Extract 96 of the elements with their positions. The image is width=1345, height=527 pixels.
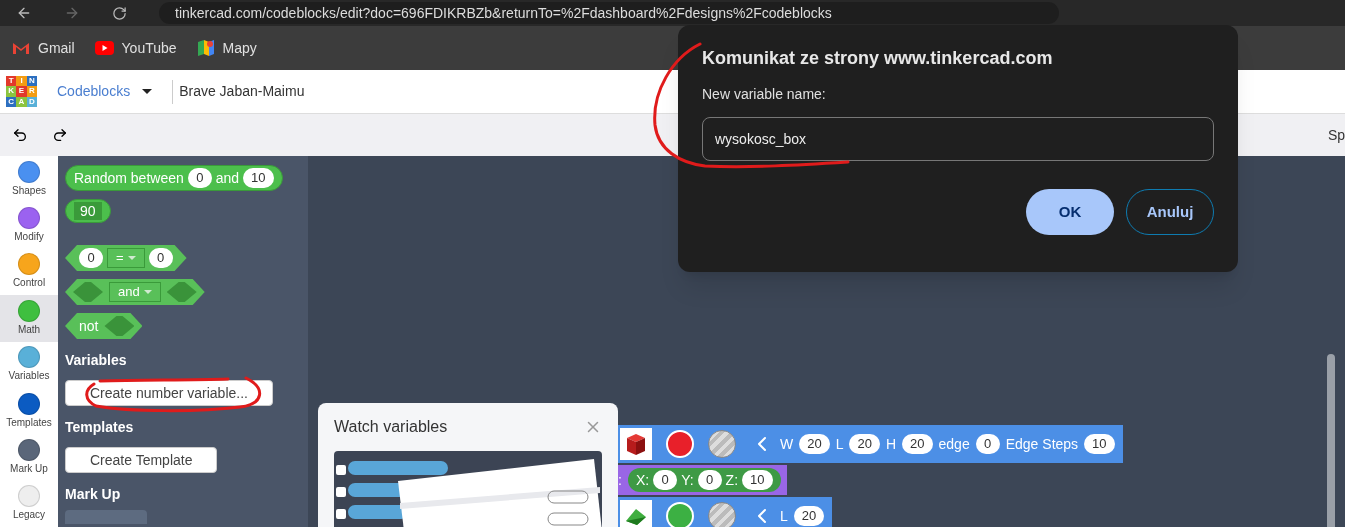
map-icon xyxy=(196,39,215,57)
category-item[interactable]: Modify xyxy=(0,202,58,249)
number-value[interactable]: 90 xyxy=(74,202,102,220)
value-input[interactable]: 0 xyxy=(975,434,1000,454)
caret-icon xyxy=(127,256,136,260)
param-label: Z: xyxy=(725,470,739,490)
category-item[interactable]: Control xyxy=(0,248,58,296)
empty-slot[interactable] xyxy=(73,282,103,302)
section-heading: Variables xyxy=(65,352,128,368)
block-label: Random between xyxy=(74,168,184,188)
param-label: X: xyxy=(635,470,650,490)
empty-slot[interactable] xyxy=(104,316,135,336)
category-label: Mark Up xyxy=(10,461,48,476)
value-input[interactable]: 10 xyxy=(1084,434,1115,454)
bookmark-link[interactable]: YouTube xyxy=(94,37,177,59)
undo-icon[interactable] xyxy=(12,127,28,143)
category-item[interactable]: Templates xyxy=(0,387,58,435)
value-input[interactable]: 20 xyxy=(793,506,825,526)
shape-block[interactable]: W 20 L 20 H 20 edge 0 Edge Steps 10 xyxy=(618,425,1123,463)
caret-icon xyxy=(143,290,152,294)
random-block[interactable]: Random between 0 and 10 xyxy=(65,165,283,191)
value-input[interactable]: 0 xyxy=(79,248,103,268)
bookmark-link[interactable]: Mapy xyxy=(196,37,257,59)
logo-letter: A xyxy=(16,96,27,107)
design-name[interactable]: Brave Jaban-Maimu xyxy=(179,81,305,102)
value-input[interactable]: 10 xyxy=(742,470,773,490)
create-button[interactable]: Create number variable... xyxy=(65,380,273,406)
field-label: New variable name: xyxy=(702,85,827,104)
value-input[interactable]: 0 xyxy=(187,168,212,188)
coordinates-block[interactable]: X: 0 Y: 0 Z: 10 xyxy=(627,468,781,492)
hole-swatch[interactable] xyxy=(708,430,736,458)
value-input[interactable]: 20 xyxy=(902,434,933,454)
category-item[interactable]: Math xyxy=(0,295,58,342)
reload-icon[interactable] xyxy=(112,5,127,21)
shape-thumbnail[interactable] xyxy=(620,428,652,460)
category-label: Legacy xyxy=(12,508,46,523)
input-field[interactable]: wysokosc_box xyxy=(702,117,1214,161)
param-label: Edge Steps xyxy=(1005,434,1079,454)
category-item[interactable]: Shapes xyxy=(0,156,58,203)
mode-dropdown[interactable]: Codeblocks xyxy=(57,81,153,102)
category-item[interactable]: Mark Up xyxy=(0,434,58,481)
block-label: and xyxy=(215,168,240,188)
block-label: not xyxy=(79,316,99,336)
param-label: L xyxy=(835,434,844,454)
shape-thumbnail[interactable] xyxy=(620,500,652,527)
value-input[interactable]: 20 xyxy=(799,434,830,454)
category-label: Modify xyxy=(14,230,44,245)
color-swatch[interactable] xyxy=(666,430,694,458)
param-label: W xyxy=(780,434,794,454)
param-label: L xyxy=(780,506,788,526)
section-heading: Templates xyxy=(65,419,135,435)
category-label: Shapes xyxy=(12,183,46,198)
dialog-title: Komunikat ze strony www.tinkercad.com xyxy=(702,47,1054,70)
category-label: Math xyxy=(17,322,41,337)
forward-icon[interactable] xyxy=(64,5,80,21)
position-block[interactable]: : X: 0 Y: 0 Z: 10 xyxy=(618,465,787,495)
param-label: edge xyxy=(938,434,970,454)
section-heading: Mark Up xyxy=(65,486,122,502)
logo-letter: K xyxy=(6,86,17,97)
value-input[interactable]: 0 xyxy=(148,248,173,268)
value-input[interactable]: 0 xyxy=(653,470,678,490)
create-button[interactable]: Create Template xyxy=(65,447,218,473)
play-icon xyxy=(94,41,114,55)
back-icon[interactable] xyxy=(16,5,32,21)
logo-letter: T xyxy=(6,76,17,87)
logo-letter: N xyxy=(26,76,37,87)
caret-icon xyxy=(142,89,153,94)
shape-block[interactable]: L 20 xyxy=(618,497,833,527)
category-label: Templates xyxy=(6,415,52,430)
dialog-button[interactable]: OK xyxy=(1026,189,1114,235)
mail-icon xyxy=(12,41,30,55)
number-block[interactable]: 90 xyxy=(65,199,111,223)
category-label: Control xyxy=(12,276,46,291)
logo-letter: I xyxy=(16,76,27,87)
value-input[interactable]: 10 xyxy=(243,168,274,188)
bookmark-link[interactable]: Gmail xyxy=(12,37,75,59)
logo-letter: D xyxy=(26,96,37,107)
logo-letter: C xyxy=(6,96,17,107)
param-label: Y: xyxy=(681,470,694,490)
logo-letter: E xyxy=(16,86,27,97)
logo-letter: R xyxy=(26,86,37,97)
category-item[interactable]: Legacy xyxy=(0,480,58,527)
toolbar-label[interactable]: Sp xyxy=(1327,124,1345,146)
value-input[interactable]: 0 xyxy=(697,470,722,490)
param-label: H xyxy=(885,434,897,454)
block-label: : xyxy=(618,470,622,490)
redo-icon[interactable] xyxy=(52,127,68,143)
category-label: Variables xyxy=(8,369,50,384)
compare-block[interactable]: 0 = 0 xyxy=(65,245,187,271)
panel-title: Watch variables xyxy=(334,417,448,437)
empty-slot[interactable] xyxy=(166,282,197,302)
hole-swatch[interactable] xyxy=(708,502,736,527)
url-field[interactable]: tinkercad.com/codeblocks/edit?doc=696FDIKRBZb&returnTo=%2Fdashboard%2Fdesigns%2Fcodeblocks xyxy=(159,2,1059,24)
color-swatch[interactable] xyxy=(666,502,694,527)
category-item[interactable]: Variables xyxy=(0,341,58,388)
value-input[interactable]: 20 xyxy=(849,434,880,454)
